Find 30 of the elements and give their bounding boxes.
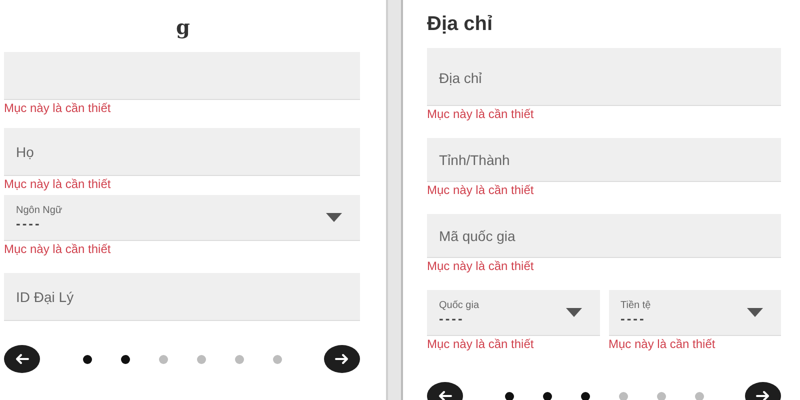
input-field[interactable]: Họ [4,128,360,176]
field-value: ---- [16,216,42,230]
error-message: Mục này là cần thiết [608,336,716,352]
select-field[interactable]: Quốc gia ---- [427,290,600,336]
caret-icon [566,308,582,317]
input-field[interactable]: Mã quốc gia [427,214,781,258]
error-message: Mục này là cần thiết [4,241,112,257]
field-label: Ngôn Ngữ [16,204,62,216]
error-message: Mục này là cần thiết [427,336,535,352]
back-button[interactable] [4,345,40,373]
section-heading: g [175,14,191,41]
input-field[interactable] [4,52,360,100]
select-field[interactable]: Ngôn Ngữ ---- [4,195,360,241]
error-message: Mục này là cần thiết [427,182,535,198]
section-heading: Địa chỉ [427,12,494,37]
field-label: Quốc gia [439,300,480,310]
error-message: Mục này là cần thiết [427,106,535,122]
error-message: Mục này là cần thiết [4,176,112,192]
error-message: Mục này là cần thiết [4,100,112,116]
field-label: Tiền tệ [620,300,651,310]
caret-icon [747,308,763,317]
next-button[interactable] [324,345,360,373]
field-value: ---- [620,310,647,326]
caret-icon [326,213,342,222]
input-field[interactable]: Tỉnh/Thành [427,138,781,182]
select-field[interactable]: Tiền tệ ---- [608,290,781,336]
input-field[interactable]: ID Đại Lý [4,273,360,321]
field-value: ---- [439,310,466,326]
error-message: Mục này là cần thiết [427,258,535,274]
input-field[interactable]: Địa chỉ [427,48,781,106]
